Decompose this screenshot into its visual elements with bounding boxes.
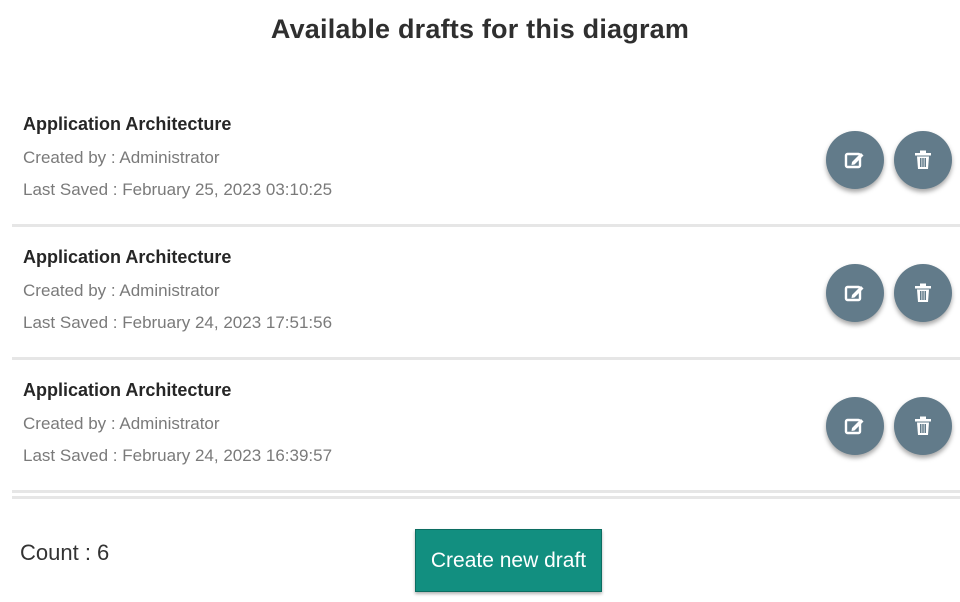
edit-draft-button[interactable] — [826, 397, 884, 455]
draft-created-by: Created by : Administrator — [23, 414, 220, 433]
trash-icon — [915, 416, 931, 435]
draft-row: Application Architecture Created by : Ad… — [12, 229, 960, 360]
footer-divider — [12, 496, 960, 499]
draft-name[interactable]: Application Architecture — [23, 247, 231, 268]
drafts-dialog: Available drafts for this diagram Applic… — [0, 0, 960, 602]
draft-name[interactable]: Application Architecture — [23, 114, 231, 135]
draft-list: Application Architecture Created by : Ad… — [12, 96, 960, 495]
draft-name[interactable]: Application Architecture — [23, 380, 231, 401]
edit-icon — [844, 285, 864, 302]
edit-draft-button[interactable] — [826, 131, 884, 189]
create-new-draft-button[interactable]: Create new draft — [415, 529, 602, 592]
edit-icon — [844, 418, 864, 435]
delete-draft-button[interactable] — [894, 397, 952, 455]
draft-created-by: Created by : Administrator — [23, 148, 220, 167]
draft-created-by: Created by : Administrator — [23, 281, 220, 300]
draft-last-saved: Last Saved : February 25, 2023 03:10:25 — [23, 180, 333, 199]
trash-icon — [915, 150, 931, 169]
trash-icon — [915, 283, 931, 302]
draft-row: Application Architecture Created by : Ad… — [12, 362, 960, 493]
draft-count: Count : 6 — [20, 540, 110, 565]
delete-draft-button[interactable] — [894, 264, 952, 322]
delete-draft-button[interactable] — [894, 131, 952, 189]
page-title: Available drafts for this diagram — [270, 14, 690, 44]
edit-draft-button[interactable] — [826, 264, 884, 322]
draft-last-saved: Last Saved : February 24, 2023 16:39:57 — [23, 446, 333, 465]
draft-row: Application Architecture Created by : Ad… — [12, 96, 960, 227]
draft-last-saved: Last Saved : February 24, 2023 17:51:56 — [23, 313, 333, 332]
edit-icon — [844, 152, 864, 169]
